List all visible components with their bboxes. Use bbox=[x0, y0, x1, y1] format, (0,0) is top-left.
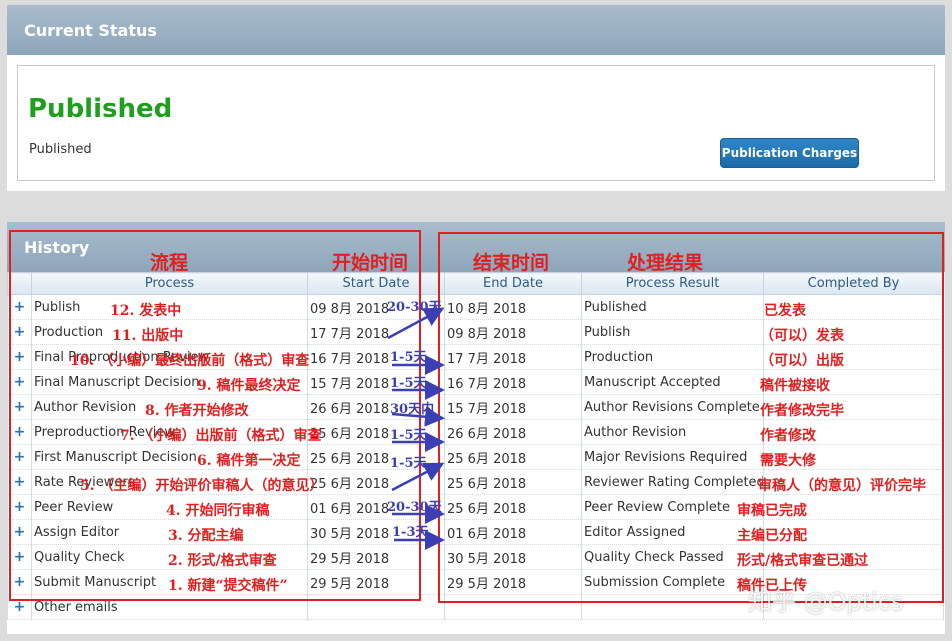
process-annotation: 9. 稿件最终决定 bbox=[197, 378, 301, 394]
result-annotation: （可以）发表 bbox=[760, 328, 844, 344]
annotation-process-result: 处理结果 bbox=[627, 252, 704, 274]
publication-charges-button[interactable]: Publication Charges bbox=[720, 138, 859, 168]
result-annotation: 稿件被接收 bbox=[760, 378, 830, 394]
result-annotation: 审稿人（的意见）评价完毕 bbox=[758, 478, 926, 494]
current-status-title: Current Status bbox=[24, 21, 157, 40]
result-annotation: 作者修改 bbox=[760, 428, 816, 444]
watermark: 知乎 @Optics bbox=[748, 588, 904, 616]
result-annotation: 已发表 bbox=[764, 303, 806, 319]
process-annotation: 8. 作者开始修改 bbox=[145, 403, 249, 419]
result-annotation: 作者修改完毕 bbox=[760, 403, 844, 419]
duration-label: 1-5天 bbox=[390, 428, 427, 443]
process-annotation: 7. （小编）出版前（格式）审查 bbox=[120, 428, 322, 444]
status-box: Published Published Publication Charges bbox=[17, 65, 935, 181]
process-annotation: 4. 开始同行审稿 bbox=[166, 503, 270, 519]
annotation-start-time: 开始时间 bbox=[332, 252, 409, 274]
result-annotation: 主编已分配 bbox=[737, 528, 807, 544]
annotation-process: 流程 bbox=[150, 252, 189, 274]
duration-label: 20-30天 bbox=[387, 500, 442, 515]
process-annotation: 5. （主编）开始评价审稿人（的意见） bbox=[80, 478, 324, 494]
duration-label: 1-5天 bbox=[390, 456, 427, 471]
annotation-box-right bbox=[438, 232, 944, 603]
process-annotation: 1. 新建“提交稿件” bbox=[168, 578, 288, 594]
status-text: Published bbox=[29, 142, 92, 157]
process-annotation: 2. 形式/格式审查 bbox=[168, 553, 277, 569]
duration-label: 1-5天 bbox=[390, 376, 427, 391]
duration-label: 20-30天 bbox=[387, 300, 442, 315]
current-status-panel: Published Published Publication Charges bbox=[7, 55, 945, 191]
process-annotation: 6. 稿件第一决定 bbox=[197, 453, 301, 469]
process-annotation: 11. 出版中 bbox=[112, 328, 184, 344]
process-annotation: 3. 分配主编 bbox=[168, 528, 244, 544]
result-annotation: 需要大修 bbox=[760, 453, 816, 469]
duration-label: 1-3天 bbox=[392, 525, 429, 540]
result-annotation: 形式/格式审查已通过 bbox=[737, 553, 869, 569]
result-annotation: （可以）出版 bbox=[760, 353, 844, 369]
duration-label: 1-5天 bbox=[390, 350, 427, 365]
process-annotation: 10. （小编）最终出版前（格式）审查 bbox=[70, 353, 310, 369]
annotation-end-time: 结束时间 bbox=[473, 252, 550, 274]
process-annotation: 12. 发表中 bbox=[110, 303, 182, 319]
current-status-header: Current Status bbox=[7, 5, 945, 55]
duration-label: 30天内 bbox=[390, 402, 435, 417]
status-published-label: Published bbox=[28, 94, 173, 124]
result-annotation: 审稿已完成 bbox=[737, 503, 807, 519]
